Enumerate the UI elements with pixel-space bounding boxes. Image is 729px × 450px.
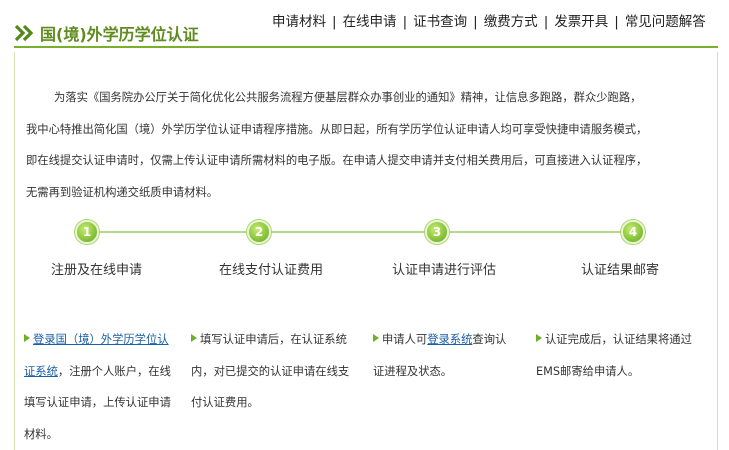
desc-text: 证进程及状态。 [373,364,453,378]
nav-faq[interactable]: 常见问题解答 [625,14,706,30]
step-4-badge: 4 [621,220,645,244]
nav-certificate-query[interactable]: 证书查询 [413,14,467,30]
step-4-label: 认证结果邮寄 [581,263,660,278]
triangle-bullet-icon [191,334,197,342]
intro-line: 为落实《国务院办公厅关于简化优化公共服务流程方便基层群众办事创业的通知》精神，让… [54,91,642,104]
nav-separator: | [402,14,408,30]
nav-separator: | [614,14,619,30]
login-system-link[interactable]: 登录系统 [427,333,472,346]
step-3-description: 申请人可登录系统查询认 证进程及状态。 [373,324,533,387]
step-4-description: 认证完成后，认证结果将通过 EMS邮寄给申请人。 [536,324,716,387]
desc-text: 付认证费用。 [191,396,259,409]
header: 国(境)外学历学位认证 申请材料 | 在线申请 | 证书查询 | 缴费方式 | 发票开具 | 常见问… [0,0,729,52]
intro-line: 即在线提交认证申请时，仅需上传认证申请所需材料的电子版。在申请人提交申请并支付相… [26,154,648,167]
site-logo[interactable]: 国(境)外学历学位认证 [14,20,199,46]
step-3-badge: 3 [425,220,449,244]
triangle-bullet-icon [24,334,30,342]
triangle-bullet-icon [536,334,542,342]
nav-separator: | [543,14,549,30]
intro-line: 我中心特推出简化国（境）外学历学位认证申请程序措施。从即日起，所有学历学位认证申… [26,122,648,136]
login-certification-system-link-cont[interactable]: 证系统 [24,365,58,378]
intro-notice: 为落实《国务院办公厅关于简化优化公共服务流程方便基层群众办事创业的通知》精神，让… [26,82,706,208]
desc-text: 查询认 [472,333,507,346]
nav-online-application[interactable]: 在线申请 [343,14,397,30]
step-2-description: 填写认证申请后，在认证系统 内，对已提交的认证申请在线支 付认证费用。 [191,324,367,419]
step-1-label: 注册及在线申请 [51,263,143,278]
desc-text: 材料。 [24,427,58,441]
nav-invoice[interactable]: 发票开具 [554,14,608,30]
step-3-label: 认证申请进行评估 [392,263,497,278]
nav-application-materials[interactable]: 申请材料 [272,14,326,30]
desc-text: ，注册个人账户，在线 [57,364,171,378]
header-divider [14,46,718,48]
nav-separator: | [332,14,337,30]
desc-text: EMS邮寄给申请人。 [536,364,640,378]
step-2-badge: 2 [247,220,271,244]
step-1-description: 登录国（境）外学历学位认 证系统，注册个人账户，在线 填写认证申请，上传认证申请… [24,324,190,450]
desc-text: 内，对已提交的认证申请在线支 [191,364,350,378]
logo-title: 国(境)外学历学位认证 [40,25,199,44]
desc-text: 填写认证申请后，在认证系统 [200,333,347,346]
nav-separator: | [473,14,478,30]
top-nav: 申请材料 | 在线申请 | 证书查询 | 缴费方式 | 发票开具 | 常见问题解答 [272,14,727,30]
intro-line: 无需再到验证机构递交纸质申请材料。 [26,185,219,199]
nav-payment-methods[interactable]: 缴费方式 [484,14,538,30]
login-certification-system-link[interactable]: 登录国（境）外学历学位认 [33,333,169,346]
steps-connector [88,231,632,233]
step-1-badge: 1 [75,220,99,244]
double-chevron-icon [14,24,34,42]
desc-text: 认证完成后，认证结果将通过 [545,333,692,346]
desc-text: 申请人可 [382,333,428,346]
triangle-bullet-icon [373,334,379,342]
desc-text: 填写认证申请，上传认证申请 [24,396,171,409]
step-2-label: 在线支付认证费用 [219,263,324,278]
